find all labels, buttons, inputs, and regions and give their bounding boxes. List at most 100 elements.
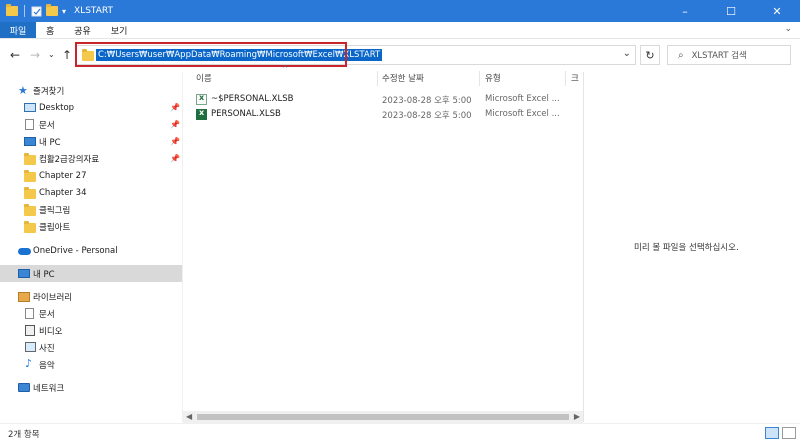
file-row[interactable]: ~$PERSONAL.XLSB 2023-08-28 오후 5:00 Micro… <box>190 93 580 108</box>
maximize-button[interactable]: ☐ <box>708 0 754 22</box>
column-divider[interactable] <box>479 71 480 86</box>
folder-icon <box>6 4 18 16</box>
column-label: 유형 <box>485 74 501 84</box>
nav-label: 내 PC <box>39 137 61 148</box>
cloud-icon <box>18 248 31 255</box>
column-header-modified[interactable]: 수정한 날짜 <box>382 69 478 87</box>
window-title: XLSTART <box>74 6 113 16</box>
nav-label: 클립아트 <box>39 222 71 233</box>
tab-share[interactable]: 공유 <box>64 22 101 38</box>
column-label: 크 <box>571 74 579 84</box>
scrollbar-thumb[interactable] <box>197 414 569 420</box>
pc-icon <box>18 269 30 278</box>
star-icon: ★ <box>18 84 28 97</box>
back-button[interactable]: ← <box>10 48 20 62</box>
excel-file-icon <box>196 108 207 120</box>
network-icon <box>18 383 30 392</box>
large-icons-view-button[interactable] <box>782 427 796 439</box>
nav-this-pc[interactable]: 내 PC <box>0 265 182 282</box>
column-header-type[interactable]: 유형 <box>485 69 563 87</box>
preview-divider[interactable] <box>583 72 584 422</box>
video-icon <box>25 325 35 336</box>
nav-item-folder[interactable]: 클립아트 <box>0 218 182 235</box>
close-button[interactable]: ✕ <box>754 0 800 22</box>
nav-item-folder[interactable]: 클릭그림 <box>0 201 182 218</box>
navigation-pane: ★ 즐겨찾기 Desktop 📌 문서 📌 내 PC 📌 컴활2급강의자료 📌 … <box>0 72 182 422</box>
pin-icon[interactable]: 📌 <box>170 154 180 163</box>
address-highlight-box <box>75 42 347 67</box>
customize-toolbar-icon[interactable]: ▾ <box>62 7 66 16</box>
nav-quick-access[interactable]: ★ 즐겨찾기 <box>0 82 182 99</box>
pin-icon[interactable]: 📌 <box>170 120 180 129</box>
column-divider[interactable] <box>377 71 378 86</box>
search-placeholder[interactable]: XLSTART 검색 <box>692 49 747 61</box>
nav-item-chapter-27[interactable]: Chapter 27 <box>0 167 182 184</box>
tab-home[interactable]: 홈 <box>36 22 64 38</box>
title-bar: ▾ XLSTART – ☐ ✕ <box>0 0 800 22</box>
pin-icon[interactable]: 📌 <box>170 103 180 112</box>
file-modified: 2023-08-28 오후 5:00 <box>382 111 472 121</box>
quick-access-toolbar: ▾ <box>0 4 66 17</box>
window-controls: – ☐ ✕ <box>662 0 800 22</box>
document-icon <box>25 308 34 319</box>
forward-button[interactable]: → <box>30 48 40 62</box>
properties-icon[interactable] <box>31 6 42 17</box>
column-label: 이름 <box>196 74 212 84</box>
nav-network[interactable]: 네트워크 <box>0 379 182 396</box>
nav-label: 문서 <box>39 309 55 320</box>
nav-label: 클릭그림 <box>39 205 71 216</box>
folder-icon <box>24 170 36 182</box>
tab-file[interactable]: 파일 <box>0 22 36 38</box>
file-type: Microsoft Excel ... <box>485 94 560 104</box>
address-dropdown-icon[interactable]: ⌄ <box>623 48 631 59</box>
scroll-left-icon[interactable]: ◀ <box>186 411 192 423</box>
nav-label: OneDrive - Personal <box>33 245 118 256</box>
file-modified: 2023-08-28 오후 5:00 <box>382 96 472 106</box>
details-view-button[interactable] <box>765 427 779 439</box>
nav-library-music[interactable]: ♪ 음악 <box>0 356 182 373</box>
nav-label: Chapter 34 <box>39 187 87 198</box>
tab-view[interactable]: 보기 <box>101 22 138 38</box>
column-divider[interactable] <box>565 71 566 86</box>
desktop-icon <box>24 103 36 112</box>
refresh-button[interactable]: ↻ <box>640 45 660 65</box>
ribbon-tabs: 파일 홈 공유 보기 ⌄ <box>0 22 800 39</box>
nav-library-documents[interactable]: 문서 <box>0 305 182 322</box>
nav-label: 비디오 <box>39 326 63 337</box>
nav-library-pictures[interactable]: 사진 <box>0 339 182 356</box>
nav-item-desktop[interactable]: Desktop 📌 <box>0 99 182 116</box>
new-folder-icon[interactable] <box>46 4 58 16</box>
up-button[interactable]: ↑ <box>62 48 72 62</box>
scroll-right-icon[interactable]: ▶ <box>574 411 580 423</box>
library-icon <box>18 292 30 302</box>
file-type: Microsoft Excel ... <box>485 109 560 119</box>
pane-divider[interactable] <box>182 72 183 422</box>
nav-label: 문서 <box>39 120 55 131</box>
pin-icon[interactable]: 📌 <box>170 137 180 146</box>
nav-library-videos[interactable]: 비디오 <box>0 322 182 339</box>
expand-ribbon-icon[interactable]: ⌄ <box>784 24 792 34</box>
nav-onedrive[interactable]: OneDrive - Personal <box>0 242 182 259</box>
file-name: PERSONAL.XLSB <box>211 109 281 119</box>
column-header-size[interactable]: 크 <box>571 69 581 87</box>
nav-item-documents[interactable]: 문서 📌 <box>0 116 182 133</box>
nav-label: 즐겨찾기 <box>33 86 65 97</box>
nav-item-chapter-34[interactable]: Chapter 34 <box>0 184 182 201</box>
folder-icon <box>24 221 36 233</box>
recent-locations-button[interactable]: ⌄ <box>48 50 55 59</box>
nav-label: Desktop <box>39 102 75 113</box>
horizontal-scrollbar[interactable]: ◀ ▶ <box>183 411 583 423</box>
pc-icon <box>24 137 36 146</box>
toolbar-separator <box>24 5 25 17</box>
picture-icon <box>25 342 36 352</box>
folder-icon <box>24 204 36 216</box>
folder-icon <box>24 153 36 165</box>
nav-item-this-pc-pinned[interactable]: 내 PC 📌 <box>0 133 182 150</box>
file-row[interactable]: PERSONAL.XLSB 2023-08-28 오후 5:00 Microso… <box>190 108 580 123</box>
column-header-name[interactable]: 이름 <box>196 69 376 87</box>
nav-item-folder[interactable]: 컴활2급강의자료 📌 <box>0 150 182 167</box>
preview-message: 미리 볼 파일을 선택하십시오. <box>634 243 739 253</box>
search-box[interactable]: ⌕ XLSTART 검색 <box>667 45 791 65</box>
nav-libraries[interactable]: 라이브러리 <box>0 288 182 305</box>
minimize-button[interactable]: – <box>662 0 708 22</box>
